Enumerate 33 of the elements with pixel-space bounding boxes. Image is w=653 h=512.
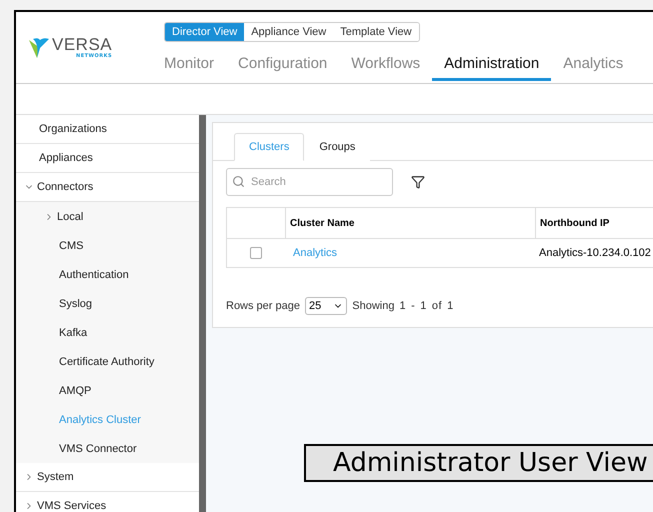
search-field[interactable]: Search <box>226 168 393 196</box>
nav-tab[interactable]: Administration <box>432 50 552 81</box>
search-icon <box>232 175 245 188</box>
range-text: 1 <box>399 300 406 312</box>
range-text: 1 <box>447 300 454 312</box>
page-size-select[interactable]: 25 <box>305 297 348 315</box>
sidebar-subitem[interactable]: VMS Connector <box>16 434 199 463</box>
row-checkbox[interactable] <box>250 247 262 259</box>
nav-tab[interactable]: Workflows <box>339 50 432 81</box>
nav-tab[interactable]: Configuration <box>226 50 340 81</box>
sidebar-subitem[interactable]: AMQP <box>16 376 199 405</box>
nav-tab[interactable]: Analytics <box>551 50 636 81</box>
caption-label: Administrator User View <box>304 444 653 482</box>
range-text: - <box>411 300 416 312</box>
sidebar-subitem[interactable]: Authentication <box>16 260 199 289</box>
sidebar-subitem[interactable]: Local <box>16 202 199 231</box>
column-header: Cluster Name <box>285 208 535 238</box>
filter-icon[interactable] <box>411 175 425 189</box>
showing-label: Showing <box>352 300 394 312</box>
scrollbar[interactable] <box>199 115 206 512</box>
logo-text: VERSA <box>52 36 112 53</box>
logo-icon <box>28 36 50 60</box>
range-text: of <box>432 300 442 312</box>
table-cell-text: Analytics-10.234.0.102 <box>538 246 652 261</box>
view-toggle[interactable]: Director View <box>165 23 244 41</box>
sidebar-subitem[interactable]: Syslog <box>16 289 199 318</box>
column-header: Northbound IP <box>535 208 653 238</box>
range-text: 1 <box>420 300 427 312</box>
sidebar-subitem[interactable]: Certificate Authority <box>16 347 199 376</box>
nav-tab[interactable]: Monitor <box>164 50 226 81</box>
rows-per-page-label: Rows per page <box>226 300 300 312</box>
sidebar-subitem[interactable]: CMS <box>16 231 199 260</box>
sidebar-subitem[interactable]: Kafka <box>16 318 199 347</box>
